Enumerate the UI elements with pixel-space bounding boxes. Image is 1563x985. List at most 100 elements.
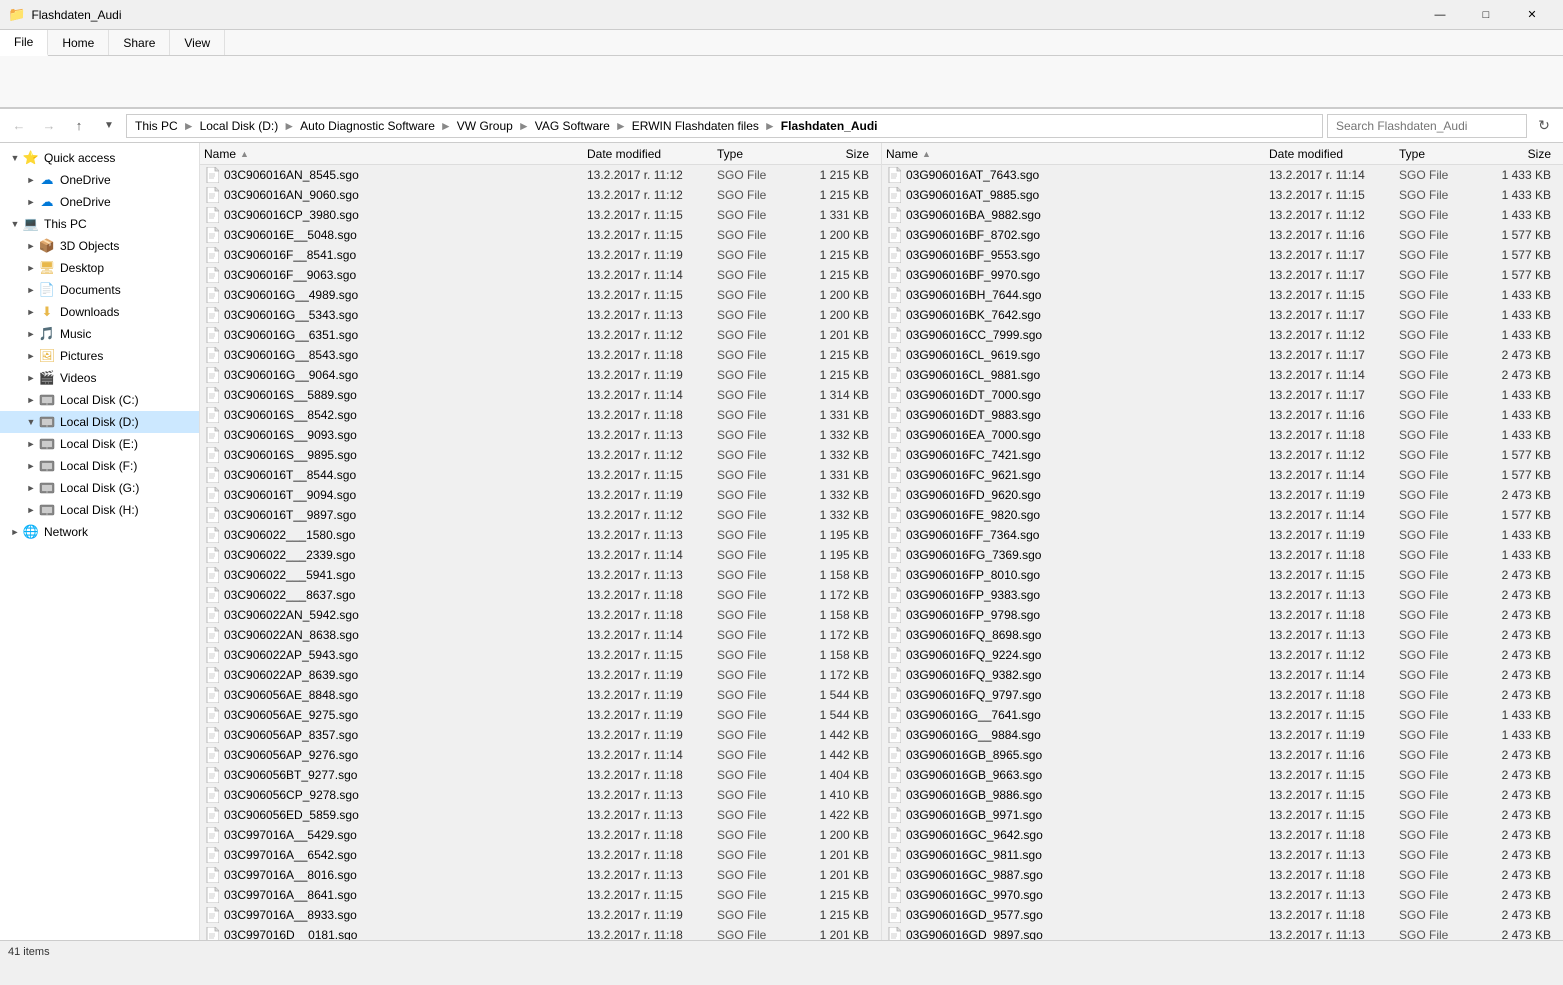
table-row[interactable]: 03C997016D__0181.sgo 13.2.2017 r. 11:18 …: [200, 925, 881, 940]
table-row[interactable]: 03G906016FP_9383.sgo 13.2.2017 r. 11:13 …: [882, 585, 1563, 605]
table-row[interactable]: 03G906016GC_9970.sgo 13.2.2017 r. 11:13 …: [882, 885, 1563, 905]
table-row[interactable]: 03G906016G__7641.sgo 13.2.2017 r. 11:15 …: [882, 705, 1563, 725]
breadcrumb-item-5[interactable]: ERWIN Flashdaten files: [632, 119, 759, 133]
sidebar-item-network[interactable]: ► 🌐 Network: [0, 521, 199, 543]
table-row[interactable]: 03G906016GB_9886.sgo 13.2.2017 r. 11:15 …: [882, 785, 1563, 805]
col-date-right[interactable]: Date modified: [1269, 147, 1399, 161]
table-row[interactable]: 03C997016A__6542.sgo 13.2.2017 r. 11:18 …: [200, 845, 881, 865]
table-row[interactable]: 03G906016BF_9553.sgo 13.2.2017 r. 11:17 …: [882, 245, 1563, 265]
table-row[interactable]: 03G906016FC_7421.sgo 13.2.2017 r. 11:12 …: [882, 445, 1563, 465]
table-row[interactable]: 03C906022___8637.sgo 13.2.2017 r. 11:18 …: [200, 585, 881, 605]
maximize-button[interactable]: □: [1463, 0, 1509, 30]
sidebar-item-local-disk-c[interactable]: ► Local Disk (C:): [0, 389, 199, 411]
table-row[interactable]: 03G906016FE_9820.sgo 13.2.2017 r. 11:14 …: [882, 505, 1563, 525]
col-name-left[interactable]: Name ▲: [204, 147, 587, 161]
table-row[interactable]: 03G906016BK_7642.sgo 13.2.2017 r. 11:17 …: [882, 305, 1563, 325]
table-row[interactable]: 03G906016FP_8010.sgo 13.2.2017 r. 11:15 …: [882, 565, 1563, 585]
table-row[interactable]: 03C997016A__8016.sgo 13.2.2017 r. 11:13 …: [200, 865, 881, 885]
breadcrumb[interactable]: This PC ► Local Disk (D:) ► Auto Diagnos…: [126, 114, 1323, 138]
sidebar-item-onedrive2[interactable]: ► ☁ OneDrive: [0, 191, 199, 213]
table-row[interactable]: 03C906016T__8544.sgo 13.2.2017 r. 11:15 …: [200, 465, 881, 485]
table-row[interactable]: 03C906056ED_5859.sgo 13.2.2017 r. 11:13 …: [200, 805, 881, 825]
table-row[interactable]: 03G906016G__9884.sgo 13.2.2017 r. 11:19 …: [882, 725, 1563, 745]
table-row[interactable]: 03C906016F__9063.sgo 13.2.2017 r. 11:14 …: [200, 265, 881, 285]
table-row[interactable]: 03C906016T__9094.sgo 13.2.2017 r. 11:19 …: [200, 485, 881, 505]
sidebar-item-music[interactable]: ► 🎵 Music: [0, 323, 199, 345]
table-row[interactable]: 03G906016GC_9811.sgo 13.2.2017 r. 11:13 …: [882, 845, 1563, 865]
table-row[interactable]: 03G906016DT_7000.sgo 13.2.2017 r. 11:17 …: [882, 385, 1563, 405]
sidebar-item-pictures[interactable]: ► 🖼 Pictures: [0, 345, 199, 367]
table-row[interactable]: 03C906016AN_8545.sgo 13.2.2017 r. 11:12 …: [200, 165, 881, 185]
close-button[interactable]: ✕: [1509, 0, 1555, 30]
table-row[interactable]: 03G906016GD_9577.sgo 13.2.2017 r. 11:18 …: [882, 905, 1563, 925]
col-type-right[interactable]: Type: [1399, 147, 1479, 161]
table-row[interactable]: 03C906016S__9093.sgo 13.2.2017 r. 11:13 …: [200, 425, 881, 445]
col-date-left[interactable]: Date modified: [587, 147, 717, 161]
table-row[interactable]: 03C906016G__8543.sgo 13.2.2017 r. 11:18 …: [200, 345, 881, 365]
sidebar-item-desktop[interactable]: ► 🖥 Desktop: [0, 257, 199, 279]
table-row[interactable]: 03C906056CP_9278.sgo 13.2.2017 r. 11:13 …: [200, 785, 881, 805]
table-row[interactable]: 03G906016FD_9620.sgo 13.2.2017 r. 11:19 …: [882, 485, 1563, 505]
sidebar-item-local-disk-f[interactable]: ► Local Disk (F:): [0, 455, 199, 477]
sidebar-item-local-disk-e[interactable]: ► Local Disk (E:): [0, 433, 199, 455]
table-row[interactable]: 03C906016F__8541.sgo 13.2.2017 r. 11:19 …: [200, 245, 881, 265]
tab-home[interactable]: Home: [48, 30, 109, 55]
table-row[interactable]: 03G906016FG_7369.sgo 13.2.2017 r. 11:18 …: [882, 545, 1563, 565]
table-row[interactable]: 03C906056BT_9277.sgo 13.2.2017 r. 11:18 …: [200, 765, 881, 785]
table-row[interactable]: 03G906016GB_9663.sgo 13.2.2017 r. 11:15 …: [882, 765, 1563, 785]
table-row[interactable]: 03G906016GC_9887.sgo 13.2.2017 r. 11:18 …: [882, 865, 1563, 885]
table-row[interactable]: 03C906016CP_3980.sgo 13.2.2017 r. 11:15 …: [200, 205, 881, 225]
sidebar-item-local-disk-g[interactable]: ► Local Disk (G:): [0, 477, 199, 499]
recent-locations-button[interactable]: ▼: [96, 113, 122, 139]
table-row[interactable]: 03C906016S__5889.sgo 13.2.2017 r. 11:14 …: [200, 385, 881, 405]
sidebar-item-documents[interactable]: ► 📄 Documents: [0, 279, 199, 301]
sidebar-item-this-pc[interactable]: ▼ 💻 This PC: [0, 213, 199, 235]
table-row[interactable]: 03G906016FC_9621.sgo 13.2.2017 r. 11:14 …: [882, 465, 1563, 485]
table-row[interactable]: 03C906022___1580.sgo 13.2.2017 r. 11:13 …: [200, 525, 881, 545]
table-row[interactable]: 03G906016FF_7364.sgo 13.2.2017 r. 11:19 …: [882, 525, 1563, 545]
table-row[interactable]: 03G906016CL_9881.sgo 13.2.2017 r. 11:14 …: [882, 365, 1563, 385]
up-button[interactable]: ↑: [66, 113, 92, 139]
table-row[interactable]: 03C906056AP_9276.sgo 13.2.2017 r. 11:14 …: [200, 745, 881, 765]
breadcrumb-item-4[interactable]: VAG Software: [535, 119, 610, 133]
table-row[interactable]: 03C997016A__8641.sgo 13.2.2017 r. 11:15 …: [200, 885, 881, 905]
table-row[interactable]: 03C906016G__4989.sgo 13.2.2017 r. 11:15 …: [200, 285, 881, 305]
table-row[interactable]: 03G906016BF_9970.sgo 13.2.2017 r. 11:17 …: [882, 265, 1563, 285]
table-row[interactable]: 03G906016GC_9642.sgo 13.2.2017 r. 11:18 …: [882, 825, 1563, 845]
table-row[interactable]: 03G906016AT_9885.sgo 13.2.2017 r. 11:15 …: [882, 185, 1563, 205]
table-row[interactable]: 03G906016FP_9798.sgo 13.2.2017 r. 11:18 …: [882, 605, 1563, 625]
col-size-right[interactable]: Size: [1479, 147, 1559, 161]
table-row[interactable]: 03G906016FQ_9224.sgo 13.2.2017 r. 11:12 …: [882, 645, 1563, 665]
table-row[interactable]: 03G906016GD_9897.sgo 13.2.2017 r. 11:13 …: [882, 925, 1563, 940]
back-button[interactable]: ←: [6, 113, 32, 139]
table-row[interactable]: 03G906016BA_9882.sgo 13.2.2017 r. 11:12 …: [882, 205, 1563, 225]
breadcrumb-item-1[interactable]: Local Disk (D:): [200, 119, 279, 133]
table-row[interactable]: 03G906016FQ_9382.sgo 13.2.2017 r. 11:14 …: [882, 665, 1563, 685]
sidebar-item-local-disk-d[interactable]: ▼ Local Disk (D:): [0, 411, 199, 433]
breadcrumb-item-2[interactable]: Auto Diagnostic Software: [300, 119, 435, 133]
table-row[interactable]: 03G906016FQ_9797.sgo 13.2.2017 r. 11:18 …: [882, 685, 1563, 705]
table-row[interactable]: 03C906022___2339.sgo 13.2.2017 r. 11:14 …: [200, 545, 881, 565]
table-row[interactable]: 03C906016S__9895.sgo 13.2.2017 r. 11:12 …: [200, 445, 881, 465]
tab-share[interactable]: Share: [109, 30, 170, 55]
breadcrumb-item-3[interactable]: VW Group: [457, 119, 513, 133]
table-row[interactable]: 03C906056AE_9275.sgo 13.2.2017 r. 11:19 …: [200, 705, 881, 725]
sidebar-item-videos[interactable]: ► 🎬 Videos: [0, 367, 199, 389]
table-row[interactable]: 03G906016AT_7643.sgo 13.2.2017 r. 11:14 …: [882, 165, 1563, 185]
table-row[interactable]: 03G906016DT_9883.sgo 13.2.2017 r. 11:16 …: [882, 405, 1563, 425]
table-row[interactable]: 03G906016FQ_8698.sgo 13.2.2017 r. 11:13 …: [882, 625, 1563, 645]
table-row[interactable]: 03C906016AN_9060.sgo 13.2.2017 r. 11:12 …: [200, 185, 881, 205]
table-row[interactable]: 03G906016CL_9619.sgo 13.2.2017 r. 11:17 …: [882, 345, 1563, 365]
table-row[interactable]: 03C906016G__9064.sgo 13.2.2017 r. 11:19 …: [200, 365, 881, 385]
sidebar-item-onedrive1[interactable]: ► ☁ OneDrive: [0, 169, 199, 191]
table-row[interactable]: 03C906022___5941.sgo 13.2.2017 r. 11:13 …: [200, 565, 881, 585]
table-row[interactable]: 03G906016EA_7000.sgo 13.2.2017 r. 11:18 …: [882, 425, 1563, 445]
minimize-button[interactable]: —: [1417, 0, 1463, 30]
table-row[interactable]: 03C906016E__5048.sgo 13.2.2017 r. 11:15 …: [200, 225, 881, 245]
table-row[interactable]: 03G906016CC_7999.sgo 13.2.2017 r. 11:12 …: [882, 325, 1563, 345]
col-type-left[interactable]: Type: [717, 147, 797, 161]
forward-button[interactable]: →: [36, 113, 62, 139]
table-row[interactable]: 03C906016T__9897.sgo 13.2.2017 r. 11:12 …: [200, 505, 881, 525]
sidebar-item-3d-objects[interactable]: ► 📦 3D Objects: [0, 235, 199, 257]
table-row[interactable]: 03C997016A__5429.sgo 13.2.2017 r. 11:18 …: [200, 825, 881, 845]
